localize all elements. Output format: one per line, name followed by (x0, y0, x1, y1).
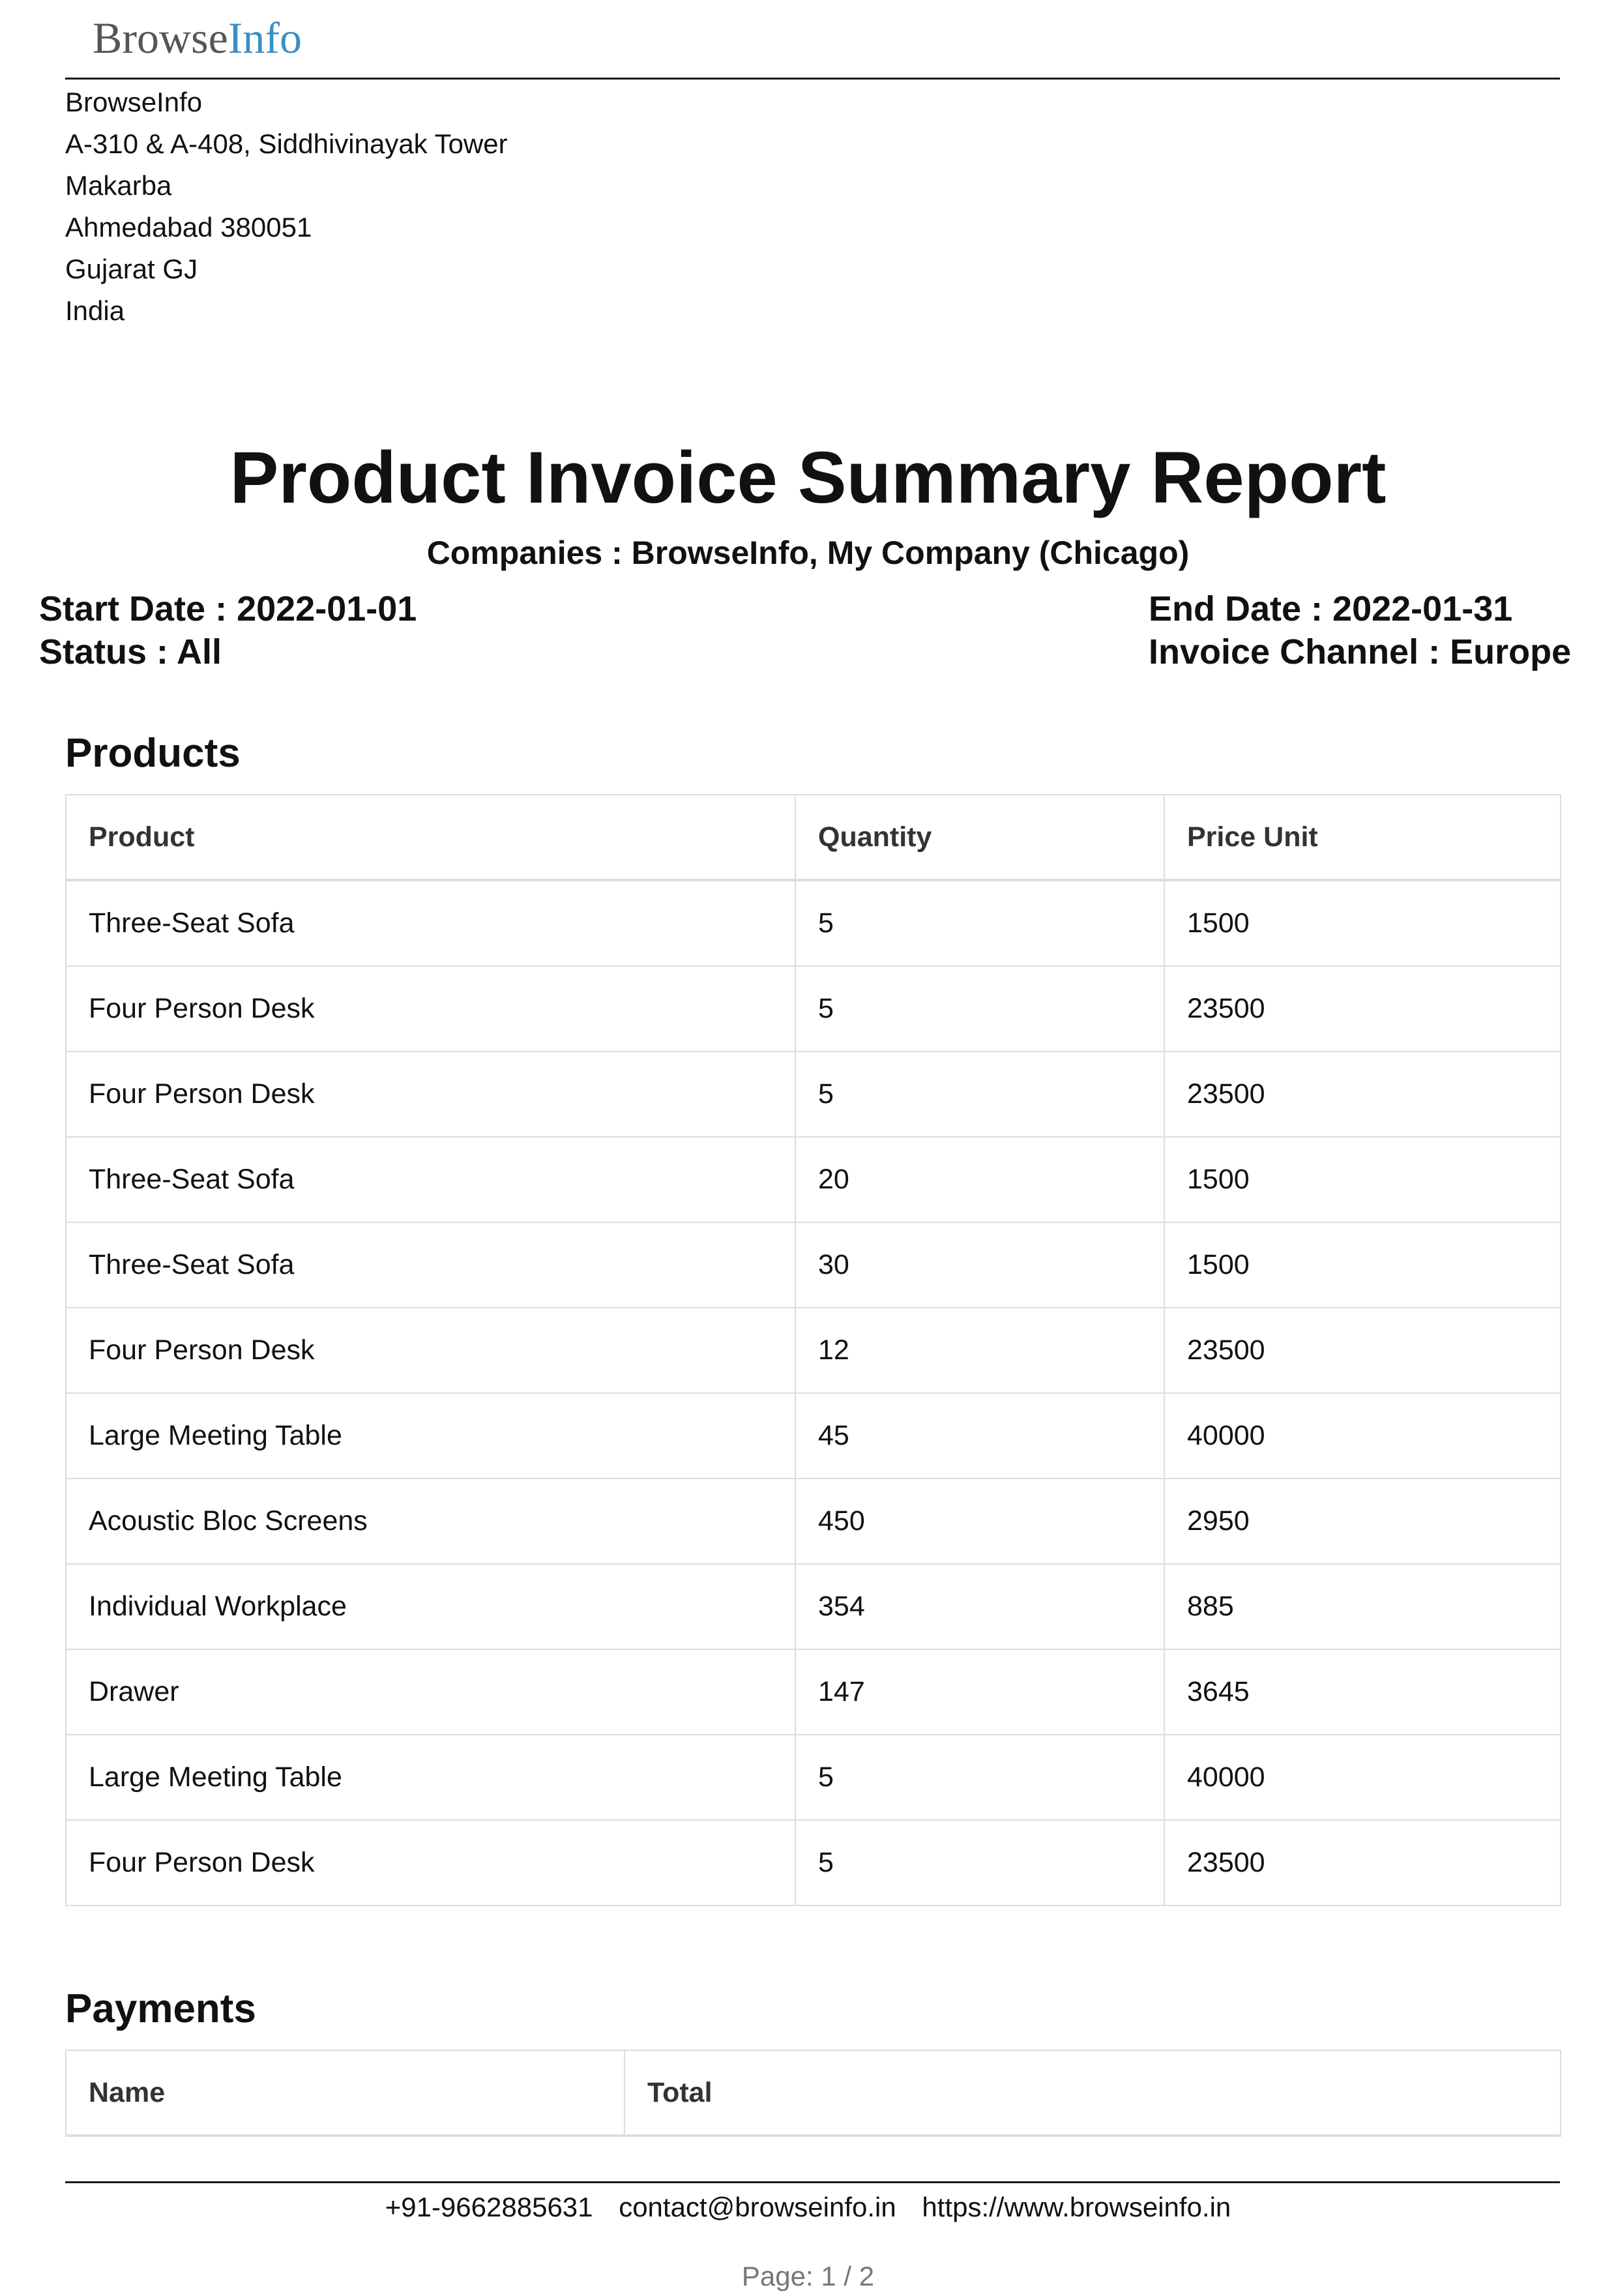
invoice-channel: Invoice Channel : Europe (1149, 630, 1571, 673)
table-row: Three-Seat Sofa 20 1500 (65, 1136, 1561, 1223)
column-header-price-unit: Price Unit (1164, 794, 1561, 881)
price-unit-cell: 23500 (1164, 1051, 1561, 1138)
price-unit-cell: 23500 (1164, 1819, 1561, 1906)
start-date-label: Start Date : (39, 589, 228, 628)
status-label: Status : (39, 632, 169, 671)
quantity-cell: 5 (795, 879, 1165, 967)
company-address-block: BrowseInfo A-310 & A-408, Siddhivinayak … (65, 81, 508, 332)
table-row: Four Person Desk 5 23500 (65, 1051, 1561, 1138)
table-row: Large Meeting Table 5 40000 (65, 1734, 1561, 1821)
product-cell: Four Person Desk (65, 1819, 796, 1906)
address-line-2: Makarba (65, 170, 172, 201)
table-row: Acoustic Bloc Screens 450 2950 (65, 1478, 1561, 1565)
quantity-cell: 5 (795, 965, 1165, 1052)
price-unit-cell: 1500 (1164, 879, 1561, 967)
invoice-channel-value: Europe (1450, 632, 1572, 671)
companies-value: BrowseInfo, My Company (Chicago) (631, 535, 1190, 571)
table-row: Large Meeting Table 45 40000 (65, 1392, 1561, 1479)
status-value: All (177, 632, 222, 671)
quantity-cell: 450 (795, 1478, 1165, 1565)
column-header-total: Total (624, 2050, 1561, 2137)
product-cell: Three-Seat Sofa (65, 1222, 796, 1308)
column-header-name: Name (65, 2050, 625, 2137)
status: Status : All (39, 630, 417, 673)
product-cell: Large Meeting Table (65, 1392, 796, 1479)
report-filters-left: Start Date : 2022-01-01 Status : All (39, 587, 417, 673)
column-header-quantity: Quantity (795, 794, 1165, 881)
address-line-4: Gujarat GJ (65, 254, 198, 284)
product-cell: Individual Workplace (65, 1563, 796, 1650)
end-date-label: End Date : (1149, 589, 1323, 628)
companies-label: Companies : (426, 535, 623, 571)
product-cell: Drawer (65, 1649, 796, 1735)
column-header-product: Product (65, 794, 796, 881)
quantity-cell: 12 (795, 1307, 1165, 1394)
price-unit-cell: 1500 (1164, 1136, 1561, 1223)
product-cell: Four Person Desk (65, 965, 796, 1052)
header-divider (65, 78, 1560, 80)
company-name: BrowseInfo (65, 87, 203, 117)
invoice-channel-label: Invoice Channel : (1149, 632, 1441, 671)
price-unit-cell: 2950 (1164, 1478, 1561, 1565)
footer-phone: +91-9662885631 (385, 2192, 593, 2222)
logo-text-browse: Browse (93, 13, 228, 63)
address-line-1: A-310 & A-408, Siddhivinayak Tower (65, 128, 508, 159)
start-date: Start Date : 2022-01-01 (39, 587, 417, 630)
product-cell: Large Meeting Table (65, 1734, 796, 1821)
products-table: Product Quantity Price Unit Three-Seat S… (65, 794, 1561, 1906)
product-cell: Three-Seat Sofa (65, 879, 796, 967)
price-unit-cell: 23500 (1164, 965, 1561, 1052)
quantity-cell: 354 (795, 1563, 1165, 1650)
table-row: Individual Workplace 354 885 (65, 1563, 1561, 1650)
payments-table: Name Total (65, 2050, 1561, 2137)
product-cell: Three-Seat Sofa (65, 1136, 796, 1223)
price-unit-cell: 3645 (1164, 1649, 1561, 1735)
price-unit-cell: 885 (1164, 1563, 1561, 1650)
payments-heading: Payments (65, 1986, 256, 2031)
table-row: Three-Seat Sofa 30 1500 (65, 1222, 1561, 1308)
table-row: Three-Seat Sofa 5 1500 (65, 879, 1561, 967)
product-cell: Acoustic Bloc Screens (65, 1478, 796, 1565)
price-unit-cell: 40000 (1164, 1392, 1561, 1479)
table-row: Four Person Desk 5 23500 (65, 1819, 1561, 1906)
price-unit-cell: 1500 (1164, 1222, 1561, 1308)
end-date-value: 2022-01-31 (1332, 589, 1513, 628)
footer-website: https://www.browseinfo.in (922, 2192, 1231, 2222)
address-line-5: India (65, 295, 125, 326)
address-line-3: Ahmedabad 380051 (65, 212, 312, 243)
quantity-cell: 147 (795, 1649, 1165, 1735)
quantity-cell: 5 (795, 1734, 1165, 1821)
table-row: Four Person Desk 12 23500 (65, 1307, 1561, 1394)
start-date-value: 2022-01-01 (237, 589, 417, 628)
report-title: Product Invoice Summary Report (229, 437, 1387, 518)
footer-email: contact@browseinfo.in (619, 2192, 896, 2222)
footer-divider (65, 2181, 1560, 2183)
footer-contact: +91-9662885631 contact@browseinfo.in htt… (0, 2188, 1616, 2227)
price-unit-cell: 23500 (1164, 1307, 1561, 1394)
company-logo: BrowseInfo (93, 9, 302, 66)
quantity-cell: 45 (795, 1392, 1165, 1479)
companies-filter: Companies : BrowseInfo, My Company (Chic… (0, 531, 1616, 574)
table-row: Drawer 147 3645 (65, 1649, 1561, 1735)
product-cell: Four Person Desk (65, 1051, 796, 1138)
payments-header-row: Name Total (65, 2050, 1561, 2137)
report-filters-right: End Date : 2022-01-31 Invoice Channel : … (1149, 587, 1571, 673)
quantity-cell: 5 (795, 1051, 1165, 1138)
product-cell: Four Person Desk (65, 1307, 796, 1394)
quantity-cell: 5 (795, 1819, 1165, 1906)
quantity-cell: 20 (795, 1136, 1165, 1223)
products-header-row: Product Quantity Price Unit (65, 794, 1561, 881)
table-row: Four Person Desk 5 23500 (65, 965, 1561, 1052)
quantity-cell: 30 (795, 1222, 1165, 1308)
price-unit-cell: 40000 (1164, 1734, 1561, 1821)
page-number: Page: 1 / 2 (741, 2261, 875, 2291)
logo-text-info: Info (228, 13, 302, 63)
end-date: End Date : 2022-01-31 (1149, 587, 1571, 630)
products-heading: Products (65, 731, 241, 776)
